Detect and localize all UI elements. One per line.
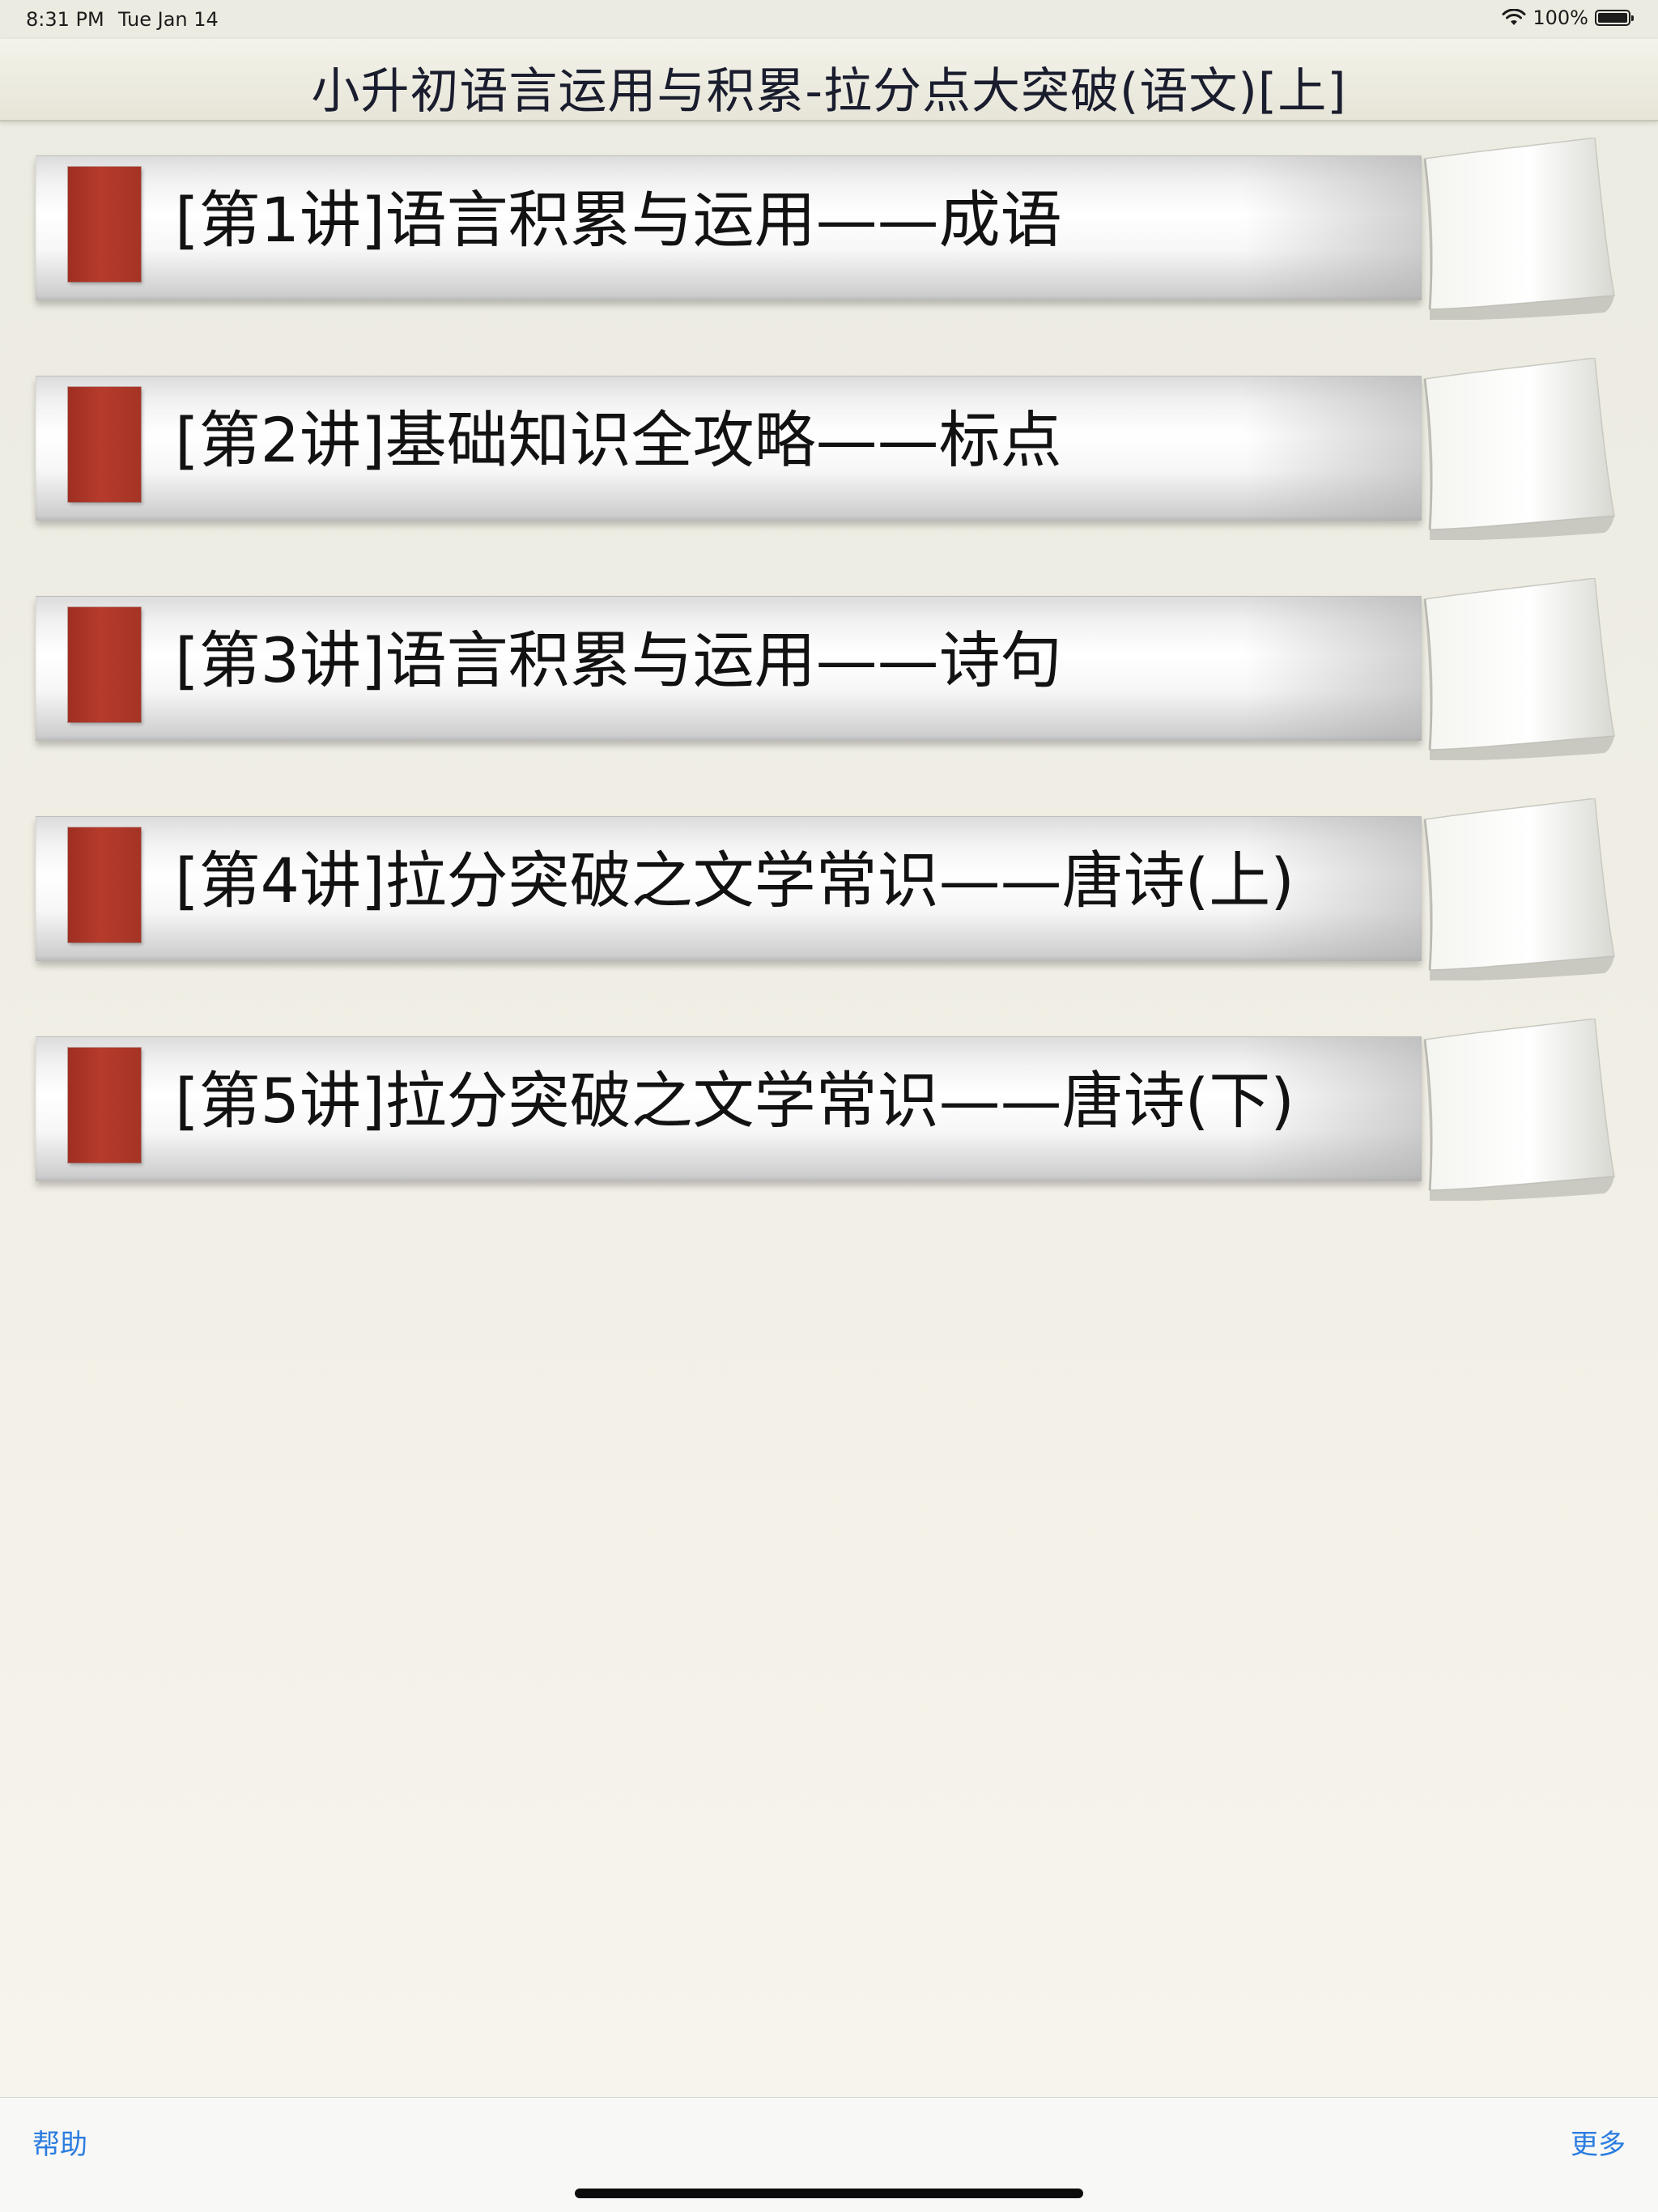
lecture-label: [第5讲]拉分突破之文学常识——唐诗(下) <box>175 1065 1295 1137</box>
lecture-item-3[interactable]: [第3讲]语言积累与运用——诗句 <box>36 578 1622 760</box>
nav-bar: 小升初语言运用与积累-拉分点大突破(语文)[上] <box>0 39 1658 121</box>
wifi-icon <box>1502 9 1526 27</box>
battery-percent: 100% <box>1533 6 1588 29</box>
lecture-item-2[interactable]: [第2讲]基础知识全攻略——标点 <box>36 358 1622 540</box>
page-curl-icon <box>1412 578 1622 760</box>
home-indicator[interactable] <box>575 2189 1083 2198</box>
page-curl-icon <box>1412 138 1622 320</box>
page-curl-icon <box>1412 1019 1622 1201</box>
bookmark-tab-icon <box>68 827 141 942</box>
status-indicators: 100% <box>1502 6 1634 29</box>
lecture-label: [第4讲]拉分突破之文学常识——唐诗(上) <box>175 844 1295 917</box>
lecture-label: [第3讲]语言积累与运用——诗句 <box>175 624 1062 696</box>
lecture-item-4[interactable]: [第4讲]拉分突破之文学常识——唐诗(上) <box>36 798 1622 981</box>
lecture-label: [第2讲]基础知识全攻略——标点 <box>175 404 1062 476</box>
page-curl-icon <box>1412 798 1622 981</box>
page-curl-icon <box>1412 358 1622 540</box>
help-button[interactable]: 帮助 <box>32 2122 87 2162</box>
bookmark-tab-icon <box>68 387 141 502</box>
lecture-label: [第1讲]语言积累与运用——成语 <box>175 184 1062 256</box>
battery-icon <box>1595 10 1634 26</box>
status-date: Tue Jan 14 <box>118 8 219 31</box>
bookmark-tab-icon <box>68 167 141 282</box>
lecture-item-1[interactable]: [第1讲]语言积累与运用——成语 <box>36 138 1622 320</box>
bottom-toolbar: 帮助 更多 <box>0 2097 1658 2212</box>
page-title: 小升初语言运用与积累-拉分点大突破(语文)[上] <box>311 63 1347 120</box>
status-time: 8:31 PM <box>26 8 104 31</box>
bookmark-tab-icon <box>68 1048 141 1163</box>
bookmark-tab-icon <box>68 607 141 722</box>
more-button[interactable]: 更多 <box>1571 2122 1626 2162</box>
status-bar: 8:31 PM Tue Jan 14 100% <box>0 0 1658 39</box>
lecture-item-5[interactable]: [第5讲]拉分突破之文学常识——唐诗(下) <box>36 1019 1622 1201</box>
